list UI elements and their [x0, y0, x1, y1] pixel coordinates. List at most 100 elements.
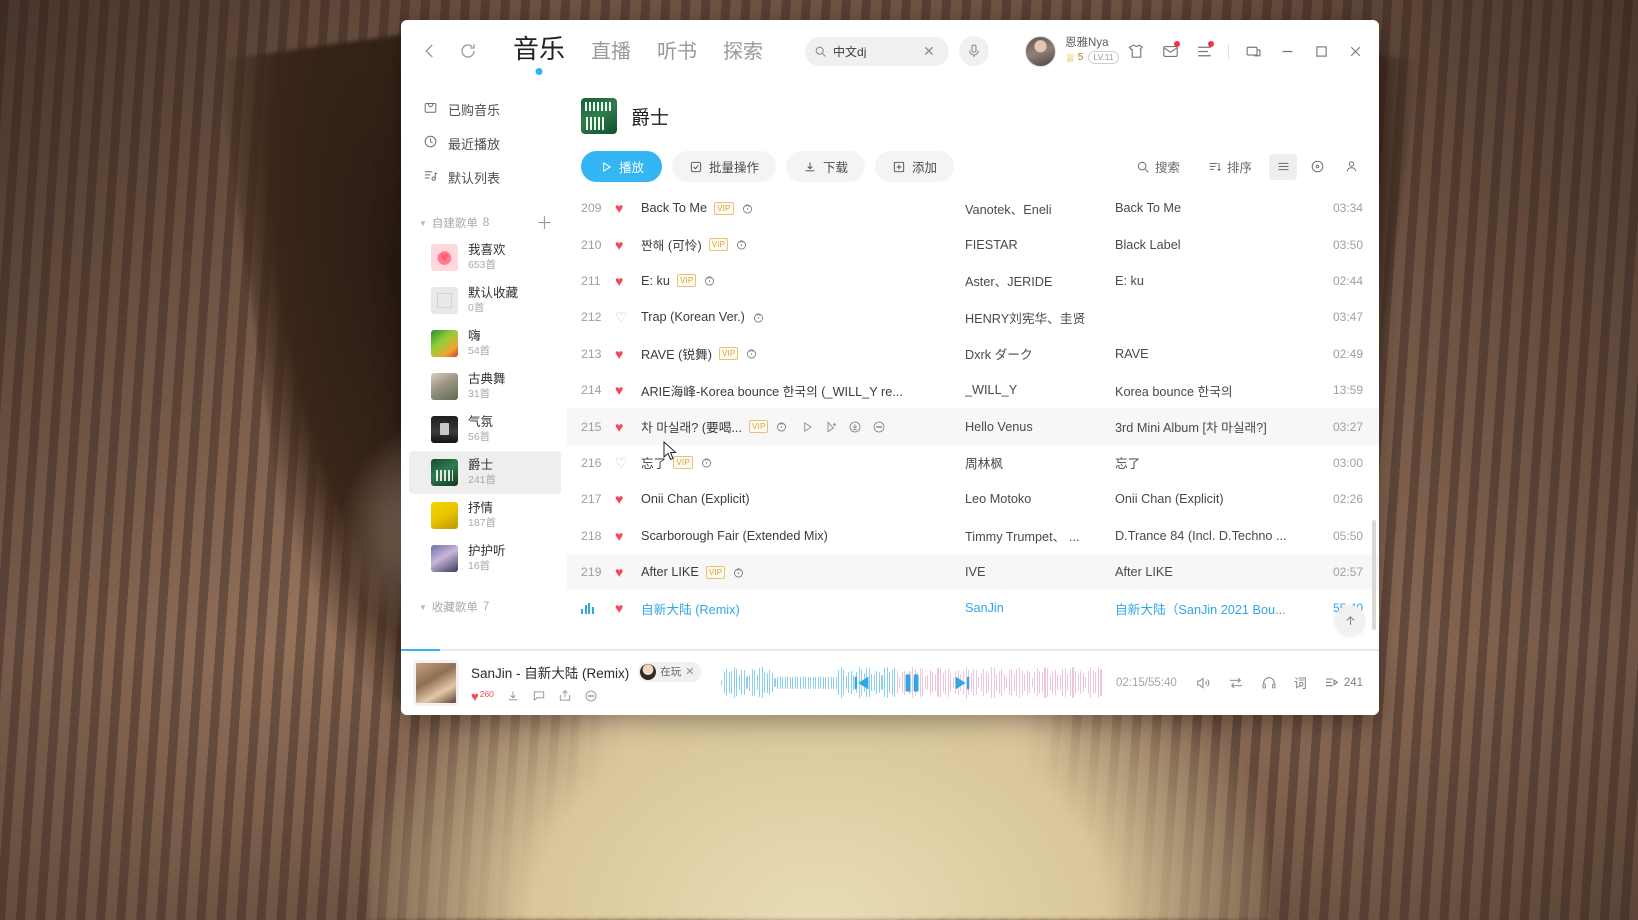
- sound-effect-icon[interactable]: [1261, 675, 1277, 691]
- table-row[interactable]: 210 ♥ 짠해 (可怜) VIP FIESTAR Black Label 03:50: [567, 226, 1379, 262]
- maximize-button[interactable]: [1311, 41, 1331, 61]
- sidebar-playlist-item[interactable]: 默认收藏 0首: [409, 279, 561, 322]
- avatar[interactable]: [1025, 35, 1057, 67]
- volume-icon[interactable]: [1195, 675, 1211, 691]
- list-search-button[interactable]: 搜索: [1125, 153, 1191, 181]
- love-cell[interactable]: ♥: [615, 274, 641, 288]
- share-icon[interactable]: [558, 689, 572, 703]
- scrollbar[interactable]: [1372, 520, 1376, 630]
- close-button[interactable]: [1345, 41, 1365, 61]
- table-row[interactable]: 217 ♥ Onii Chan (Explicit) Leo Motoko Onii C…: [567, 481, 1379, 517]
- play-mode-icon[interactable]: [1228, 675, 1244, 691]
- love-icon-filled[interactable]: ♥: [615, 565, 623, 579]
- tab-audiobook[interactable]: 听书: [657, 42, 697, 66]
- song-list[interactable]: 209 ♥ Back To Me VIP Vanotek、Eneli Back To Me…: [567, 190, 1379, 649]
- player-progress-track[interactable]: [401, 649, 1379, 651]
- table-row[interactable]: 209 ♥ Back To Me VIP Vanotek、Eneli Back To Me…: [567, 190, 1379, 226]
- sidebar-playlist-item[interactable]: 气氛 56首: [409, 408, 561, 451]
- love-icon-filled[interactable]: ♥: [615, 274, 623, 288]
- love-cell[interactable]: ♥: [615, 529, 641, 543]
- tab-explore[interactable]: 探索: [723, 42, 763, 66]
- minimize-button[interactable]: [1277, 41, 1297, 61]
- sidebar-playlist-item[interactable]: 我喜欢653首: [409, 236, 561, 279]
- table-row[interactable]: 214 ♥ ARIE海峰-Korea bounce 한국의 (_WILL_Y re.…: [567, 372, 1379, 408]
- sort-button[interactable]: 排序: [1197, 153, 1263, 181]
- play-queue-button[interactable]: 241: [1324, 675, 1363, 691]
- like-button[interactable]: ♥ 260: [471, 689, 494, 704]
- love-icon-filled[interactable]: ♥: [615, 601, 623, 615]
- previous-icon[interactable]: [851, 672, 873, 694]
- now-playing-title[interactable]: SanJin - 自新大陆 (Remix): [471, 662, 629, 682]
- sidebar-playlist-item[interactable]: 护护听 16首: [409, 537, 561, 580]
- love-icon-filled[interactable]: ♥: [615, 347, 623, 361]
- list-view-icon[interactable]: [1269, 153, 1297, 180]
- batch-operate-button[interactable]: 批量操作: [672, 151, 777, 182]
- play-all-button[interactable]: 播放: [581, 151, 663, 182]
- love-icon-filled[interactable]: ♥: [615, 383, 623, 397]
- mv-icon[interactable]: [735, 238, 748, 251]
- sidebar-group-created[interactable]: ▼ 自建歌单 8 ＋: [401, 210, 567, 236]
- user-profile[interactable]: 恩雅Nya ♕ 5 LV.11: [1025, 35, 1119, 67]
- love-cell[interactable]: ♥: [615, 601, 641, 615]
- table-row[interactable]: 213 ♥ RAVE (锐舞) VIP Dxrk ダーク RAVE 02:49: [567, 336, 1379, 372]
- tab-music[interactable]: 音乐: [513, 36, 565, 75]
- scroll-to-top-button[interactable]: [1335, 605, 1365, 635]
- sidebar-item-default-list[interactable]: 默认列表: [401, 160, 567, 194]
- waveform-seekbar[interactable]: [721, 660, 1102, 706]
- live-status-chip[interactable]: 在玩 ✕: [638, 661, 701, 682]
- download-button[interactable]: 下载: [786, 151, 866, 182]
- table-row[interactable]: 216 ♡ 忘了 VIP 周林枫 忘了 03:00: [567, 445, 1379, 481]
- love-cell[interactable]: ♡: [615, 310, 641, 324]
- mv-icon[interactable]: [732, 566, 745, 579]
- comment-icon[interactable]: [532, 689, 546, 703]
- love-cell[interactable]: ♥: [615, 383, 641, 397]
- close-icon[interactable]: ✕: [685, 665, 694, 678]
- mv-icon[interactable]: [700, 456, 713, 469]
- play-icon[interactable]: [800, 420, 814, 434]
- mv-icon[interactable]: [745, 347, 758, 360]
- add-button[interactable]: 添加: [875, 151, 955, 182]
- love-cell[interactable]: ♥: [615, 420, 641, 434]
- more-icon[interactable]: [872, 420, 886, 434]
- chevron-left-icon[interactable]: [419, 40, 441, 62]
- sidebar-item-purchased[interactable]: 已购音乐: [401, 92, 567, 126]
- love-cell[interactable]: ♥: [615, 347, 641, 361]
- sidebar-group-collected[interactable]: ▼ 收藏歌单 7: [401, 594, 567, 620]
- sidebar-playlist-item[interactable]: 爵士 241首: [409, 451, 561, 494]
- mv-icon[interactable]: [703, 274, 716, 287]
- mv-icon[interactable]: [741, 202, 754, 215]
- more-icon[interactable]: [584, 689, 598, 703]
- plus-icon[interactable]: ＋: [536, 215, 553, 232]
- sidebar-item-recent[interactable]: 最近播放: [401, 126, 567, 160]
- love-cell[interactable]: ♥: [615, 565, 641, 579]
- love-cell[interactable]: ♥: [615, 492, 641, 506]
- table-row[interactable]: 218 ♥ Scarborough Fair (Extended Mix) Timmy…: [567, 518, 1379, 554]
- tab-live[interactable]: 直播: [591, 42, 631, 66]
- love-cell[interactable]: ♥: [615, 201, 641, 215]
- refresh-icon[interactable]: [457, 40, 479, 62]
- mail-icon[interactable]: [1160, 41, 1180, 61]
- pause-icon[interactable]: [899, 670, 925, 696]
- table-row[interactable]: 215 ♥ 차 마실래? (要喝... VIP Hello Venus 3rd Mini …: [567, 408, 1379, 445]
- sidebar-playlist-item[interactable]: 嗨 54首: [409, 322, 561, 365]
- close-icon[interactable]: ✕: [923, 44, 935, 58]
- lyrics-icon[interactable]: 词: [1294, 673, 1307, 692]
- love-icon-filled[interactable]: ♥: [615, 492, 623, 506]
- menu-icon[interactable]: [1194, 41, 1214, 61]
- love-icon-filled[interactable]: ♥: [615, 420, 623, 434]
- search-input[interactable]: [833, 44, 918, 58]
- love-cell[interactable]: ♡: [615, 456, 641, 470]
- artist-view-icon[interactable]: [1337, 154, 1365, 180]
- download-icon[interactable]: [848, 420, 862, 434]
- sidebar-playlist-item[interactable]: 抒情 187首: [409, 494, 561, 537]
- microphone-icon[interactable]: [959, 36, 990, 66]
- search-box[interactable]: ✕: [805, 36, 950, 66]
- next-icon[interactable]: [951, 672, 973, 694]
- sidebar-playlist-item[interactable]: 古典舞 31首: [409, 365, 561, 408]
- table-row[interactable]: 212 ♡ Trap (Korean Ver.) HENRY刘宪华、圭贤 03:47: [567, 299, 1379, 335]
- love-icon-filled[interactable]: ♥: [615, 238, 623, 252]
- love-cell[interactable]: ♥: [615, 238, 641, 252]
- love-icon-outline[interactable]: ♡: [615, 456, 628, 470]
- download-icon[interactable]: [506, 689, 520, 703]
- table-row[interactable]: ♥ 自新大陆 (Remix) SanJin 自新大陆（SanJin 2021 Bou.…: [567, 590, 1379, 626]
